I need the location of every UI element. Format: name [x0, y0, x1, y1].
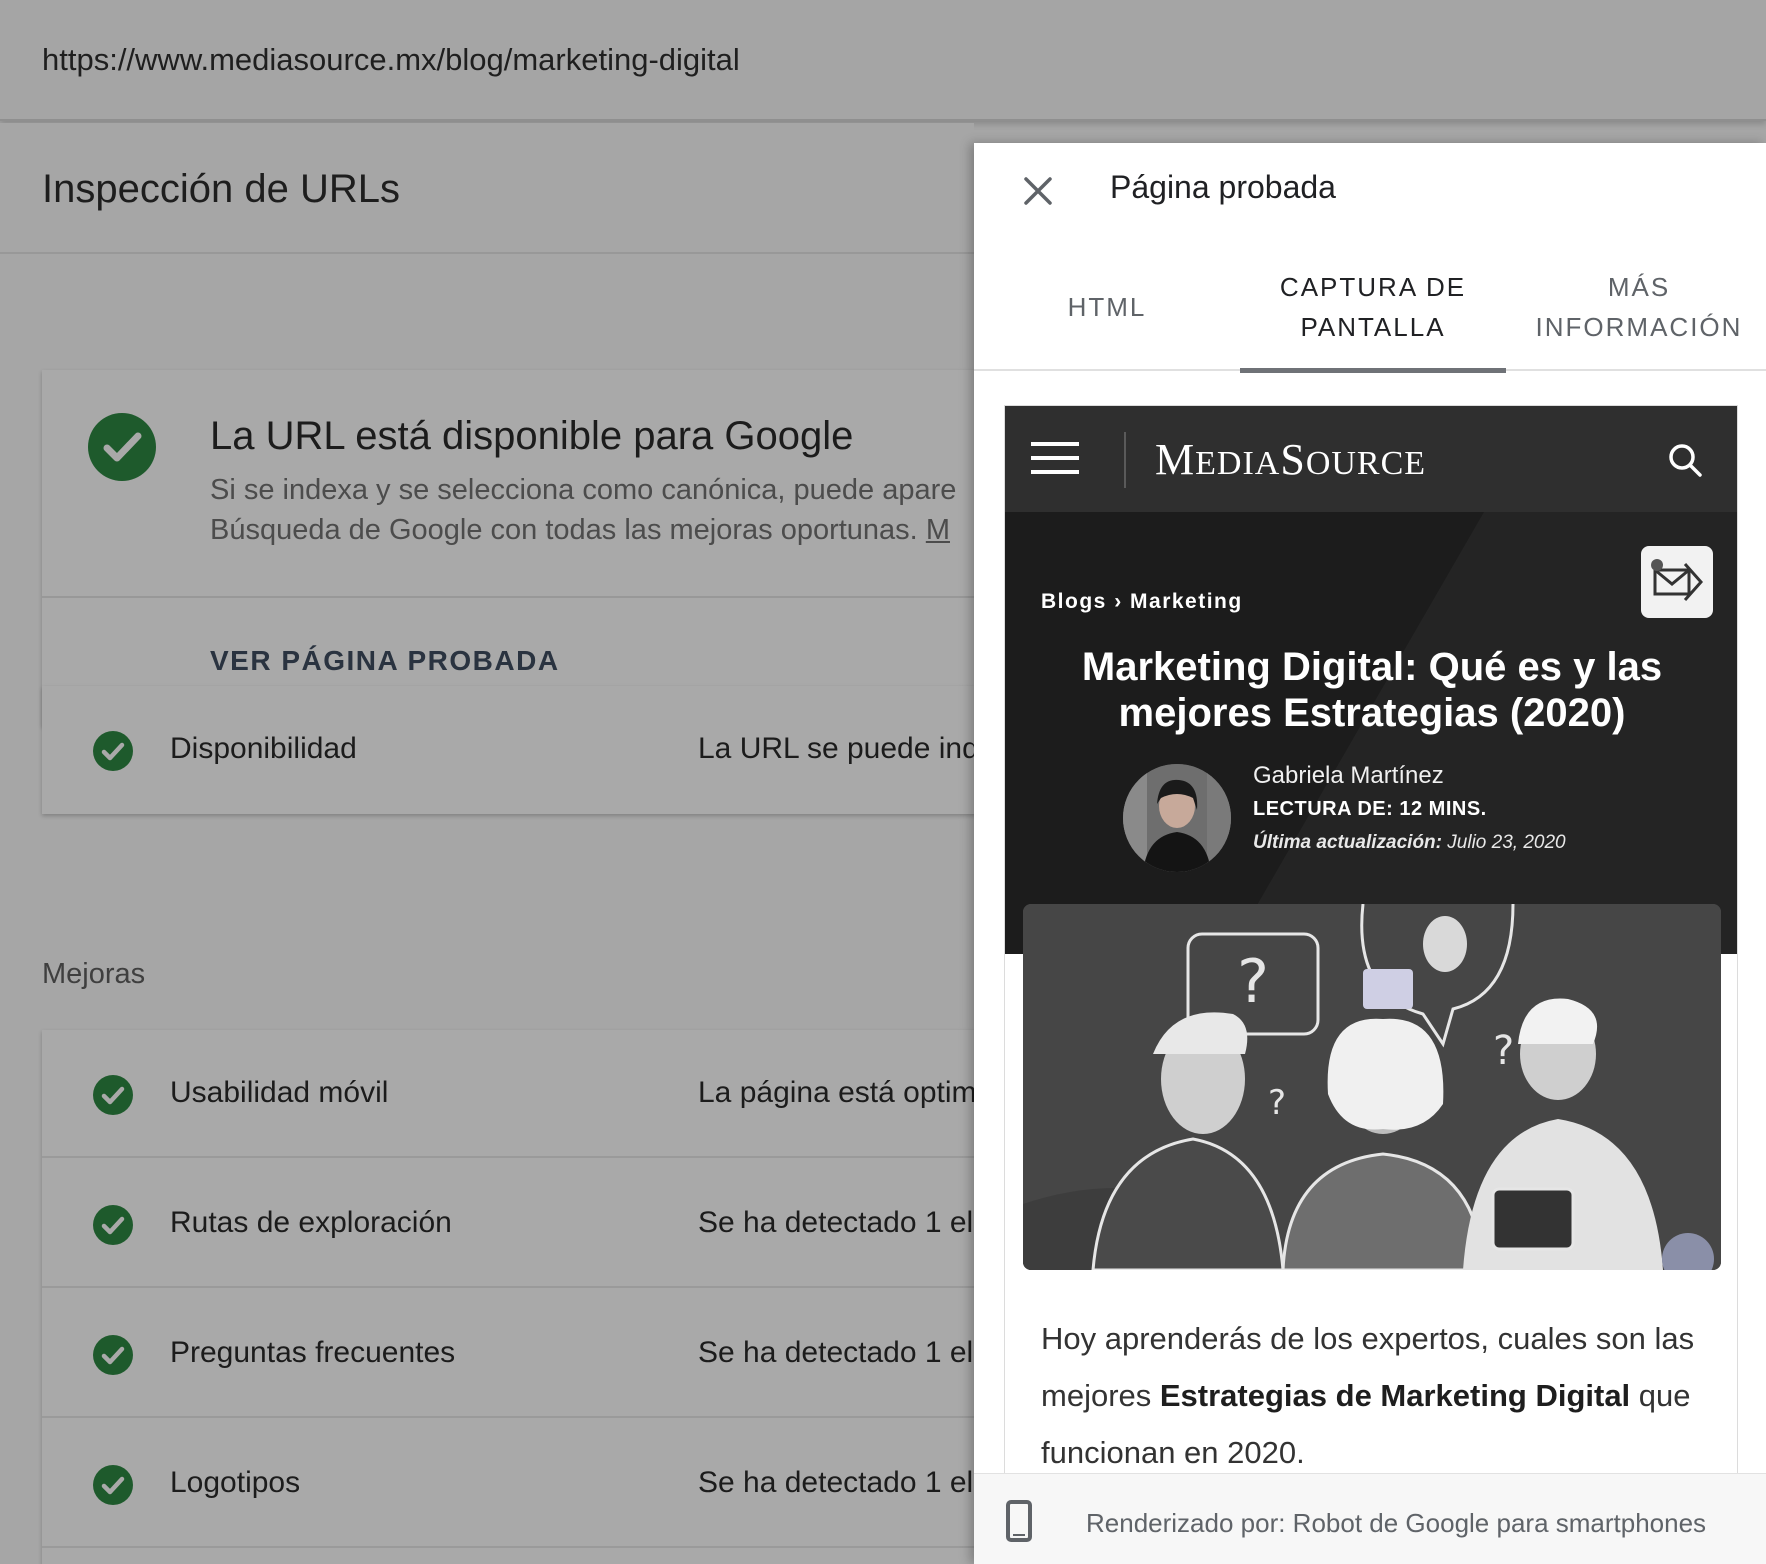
tested-page-panel: Página probada HTML CAPTURA DE PANTALLA …: [974, 143, 1766, 1564]
last-updated-date: Julio 23, 2020: [1447, 832, 1566, 853]
author-avatar: [1123, 764, 1231, 872]
availability-label: Disponibilidad: [170, 732, 357, 765]
improvement-value: Se ha detectado 1 ele: [698, 1206, 974, 1239]
list-item[interactable]: Logotipos Se ha detectado 1 ele: [42, 1420, 974, 1548]
status-description-line1: Si se indexa y se selecciona como canóni…: [210, 474, 957, 506]
url-text[interactable]: https://www.mediasource.mx/blog/marketin…: [42, 42, 740, 78]
url-status-card: La URL está disponible para Google Si se…: [42, 370, 974, 726]
menu-icon: [1031, 440, 1081, 478]
newsletter-icon: [1641, 546, 1713, 618]
tab-screenshot[interactable]: CAPTURA DE PANTALLA: [1240, 243, 1506, 373]
title-divider: [0, 252, 974, 254]
row-divider: [42, 1416, 974, 1418]
article-intro: Hoy aprenderás de los expertos, cuales s…: [1041, 1310, 1721, 1481]
check-circle-icon: [93, 1335, 133, 1375]
header-divider: [1124, 432, 1126, 488]
row-divider: [42, 1546, 974, 1548]
tab-screenshot-label-1: CAPTURA DE: [1279, 272, 1467, 302]
last-updated-label: Última actualización:: [1253, 832, 1442, 853]
breadcrumb-blogs: Blogs: [1041, 590, 1107, 613]
status-description-line2: Búsqueda de Google con todas las mejoras…: [210, 514, 918, 546]
list-item[interactable]: Rutas de exploración Se ha detectado 1 e…: [42, 1160, 974, 1288]
list-item[interactable]: Usabilidad móvil La página está optim: [42, 1030, 974, 1158]
panel-tabs: HTML CAPTURA DE PANTALLA MÁS INFORMACIÓN: [974, 243, 1766, 373]
reading-time: LECTURA DE: 12 MINS.: [1253, 798, 1487, 820]
breadcrumb-separator: ›: [1114, 590, 1123, 613]
status-description: Si se indexa y se selecciona como canóni…: [210, 470, 956, 550]
improvement-value: Se ha detectado 1 ele: [698, 1336, 974, 1369]
improvement-value: La página está optim: [698, 1076, 974, 1109]
svg-text:?: ?: [1493, 1028, 1514, 1074]
view-tested-page-button[interactable]: VER PÁGINA PROBADA: [210, 645, 560, 677]
check-circle-icon: [93, 1465, 133, 1505]
address-bar[interactable]: https://www.mediasource.mx/blog/marketin…: [0, 0, 1766, 121]
availability-value: La URL se puede inde: [698, 732, 974, 765]
smartphone-icon: [1006, 1500, 1032, 1542]
article-headline: Marketing Digital: Qué es y las mejores …: [1081, 645, 1663, 735]
improvement-label: Rutas de exploración: [170, 1206, 452, 1239]
panel-title: Página probada: [1110, 169, 1336, 205]
author-name: Gabriela Martínez: [1253, 762, 1444, 789]
svg-text:?: ?: [1237, 947, 1269, 1017]
row-divider: [42, 1156, 974, 1158]
tab-more-info-label-2: INFORMACIÓN: [1535, 312, 1743, 342]
improvement-label: Usabilidad móvil: [170, 1076, 389, 1109]
svg-text:?: ?: [1268, 1083, 1286, 1123]
tab-html-label: HTML: [1067, 292, 1147, 322]
status-heading: La URL está disponible para Google: [210, 414, 854, 458]
improvements-section-label: Mejoras: [42, 958, 146, 990]
close-icon[interactable]: [1014, 167, 1062, 215]
article-intro-bold: Estrategias de Marketing Digital: [1159, 1378, 1631, 1413]
availability-row[interactable]: Disponibilidad La URL se puede inde: [42, 686, 974, 814]
rendered-by-text: Renderizado por: Robot de Google para sm…: [1086, 1508, 1707, 1538]
learn-more-link[interactable]: M: [926, 514, 950, 546]
improvement-label: Logotipos: [170, 1466, 301, 1499]
tab-more-info[interactable]: MÁS INFORMACIÓN: [1506, 243, 1766, 371]
tab-screenshot-label-2: PANTALLA: [1300, 312, 1446, 342]
improvement-label: Preguntas frecuentes: [170, 1336, 456, 1369]
article-illustration: ? ? ?: [1023, 904, 1721, 1270]
improvement-value: Se ha detectado 1 ele: [698, 1466, 974, 1499]
site-header: MEDIASOURCE: [1005, 406, 1737, 512]
card-divider: [42, 596, 974, 598]
last-updated: Última actualización: Julio 23, 2020: [1253, 832, 1566, 854]
search-icon: [1665, 440, 1705, 480]
check-circle-icon: [93, 731, 133, 771]
list-item[interactable]: Preguntas frecuentes Se ha detectado 1 e…: [42, 1290, 974, 1418]
breadcrumb-marketing: Marketing: [1130, 590, 1243, 613]
render-info-footer: Renderizado por: Robot de Google para sm…: [974, 1473, 1766, 1564]
site-logo: MEDIASOURCE: [1155, 435, 1427, 484]
check-circle-icon: [93, 1205, 133, 1245]
check-circle-icon: [88, 413, 156, 481]
breadcrumb: Blogs › Marketing: [1041, 590, 1243, 614]
row-divider: [42, 1286, 974, 1288]
page-title: Inspección de URLs: [42, 167, 400, 211]
check-circle-icon: [93, 1075, 133, 1115]
tab-html[interactable]: HTML: [974, 243, 1240, 371]
page-screenshot[interactable]: MEDIASOURCE Blogs › Marketing Marketing …: [1004, 405, 1738, 1499]
tab-more-info-label-1: MÁS: [1607, 272, 1671, 302]
url-inspection-page: Inspección de URLs La URL está disponibl…: [0, 123, 974, 1564]
